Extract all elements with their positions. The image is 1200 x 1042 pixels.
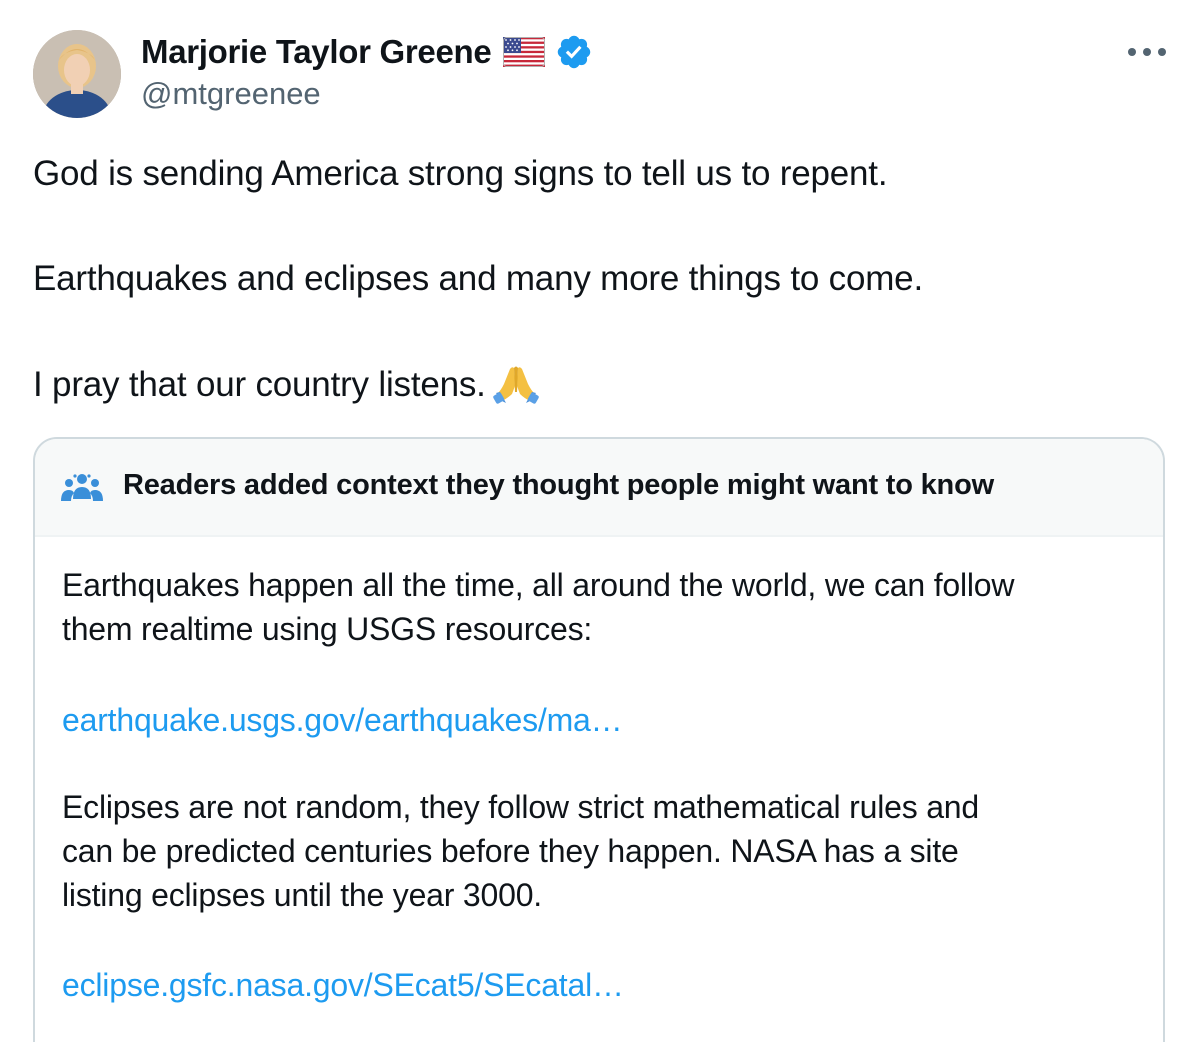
note-paragraph-1-line-2: them realtime using USGS resources: [62,611,593,647]
more-horizontal-icon[interactable] [1124,34,1170,70]
community-note: Readers added context they thought peopl… [33,437,1165,1042]
tweet-text-line-3-text: I pray that our country listens. [33,365,486,404]
avatar[interactable] [33,30,121,118]
note-link-nasa[interactable]: eclipse.gsfc.nasa.gov/SEcat5/SEcatal… [62,963,624,1007]
folded-hands-icon [492,362,540,406]
tweet-text-line-1: God is sending America strong signs to t… [33,154,888,193]
author-display-name[interactable]: Marjorie Taylor Greene [141,33,492,71]
tweet: Marjorie Taylor Greene @mtgreenee God is… [0,0,1200,1042]
verified-badge-icon[interactable] [555,33,593,71]
note-link-usgs[interactable]: earthquake.usgs.gov/earthquakes/ma… [62,698,623,742]
note-paragraph-2-line-3: listing eclipses until the year 3000. [62,877,542,913]
author-handle[interactable]: @mtgreenee [141,76,321,112]
note-paragraph-2-line-1: Eclipses are not random, they follow str… [62,789,979,825]
note-paragraph-1-line-1: Earthquakes happen all the time, all aro… [62,567,1015,603]
author-name-row: Marjorie Taylor Greene [141,28,593,76]
community-note-header[interactable]: Readers added context they thought peopl… [35,439,1163,537]
note-paragraph-2-line-2: can be predicted centuries before they h… [62,833,959,869]
tweet-text-line-3: I pray that our country listens. [33,362,540,407]
us-flag-icon [503,37,546,67]
community-note-title: Readers added context they thought peopl… [123,469,994,501]
people-icon [61,471,103,505]
tweet-text-line-2: Earthquakes and eclipses and many more t… [33,259,923,298]
avatar-image [33,30,121,118]
